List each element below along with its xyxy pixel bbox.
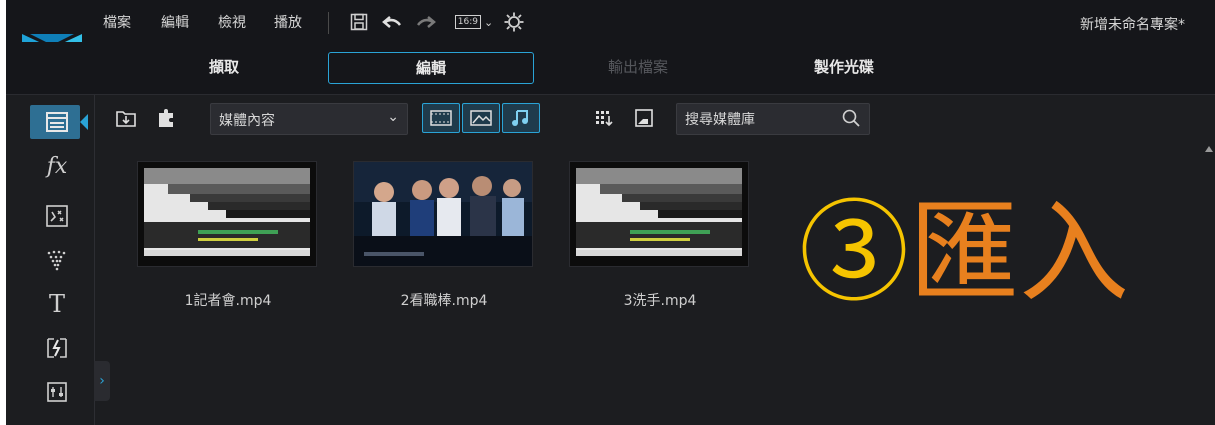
active-room-arrow xyxy=(80,114,88,130)
import-media-icon[interactable] xyxy=(112,104,140,132)
step-text: 匯入 xyxy=(909,189,1129,317)
sort-grid-icon[interactable] xyxy=(590,104,618,132)
step-number: ③ xyxy=(799,189,909,317)
step-annotation: ③匯入 xyxy=(799,188,1129,318)
tab-create-disc[interactable]: 製作光碟 xyxy=(742,52,946,82)
clip-thumbnail[interactable] xyxy=(570,162,748,266)
preferences-gear-icon[interactable] xyxy=(502,10,526,34)
pip-objects-icon[interactable] xyxy=(42,201,72,231)
menu-file[interactable]: 檔案 xyxy=(103,12,131,32)
search-media-field[interactable] xyxy=(676,103,870,135)
video-editor-window: 檔案 編輯 檢視 播放 16:9 ⌄ 新增未命名專案* 擷取 編輯 輸出檔案 製… xyxy=(6,0,1215,425)
menu-view[interactable]: 檢視 xyxy=(218,12,246,32)
fx-icon[interactable]: fx xyxy=(42,151,72,181)
audio-mixing-icon[interactable] xyxy=(42,377,72,407)
particle-icon[interactable] xyxy=(42,245,72,275)
chevron-down-icon: ⌄ xyxy=(387,109,399,125)
media-content-dropdown[interactable]: 媒體內容 ⌄ xyxy=(210,103,408,135)
media-scrollbar[interactable] xyxy=(1205,140,1215,425)
title-icon[interactable]: T xyxy=(42,289,72,319)
project-title: 新增未命名專案* xyxy=(1080,17,1185,33)
menubar: 檔案 編輯 檢視 播放 16:9 ⌄ 新增未命名專案* xyxy=(6,0,1215,42)
aspect-ratio-label: 16:9 xyxy=(454,15,481,29)
media-toolbar: 媒體內容 ⌄ xyxy=(102,101,1215,137)
tab-capture[interactable]: 擷取 xyxy=(122,52,326,82)
menu-edit[interactable]: 編輯 xyxy=(161,12,189,32)
scroll-up-arrow-icon[interactable] xyxy=(1205,146,1213,152)
plugins-puzzle-icon[interactable] xyxy=(152,104,180,132)
transition-icon[interactable] xyxy=(42,333,72,363)
tab-produce: 輸出檔案 xyxy=(607,58,668,76)
clip-filename: 2看職棒.mp4 xyxy=(400,293,488,309)
media-room-icon[interactable] xyxy=(42,107,72,137)
search-input[interactable] xyxy=(683,108,837,132)
mode-tabs: 擷取 編輯 輸出檔案 製作光碟 xyxy=(6,42,1215,95)
tab-edit[interactable]: 編輯 xyxy=(328,52,534,84)
clip-filename: 1記者會.mp4 xyxy=(184,293,272,309)
dropdown-value: 媒體內容 xyxy=(219,113,275,129)
undo-icon[interactable] xyxy=(380,10,404,34)
room-sidebar: fx T xyxy=(6,95,95,425)
show-video-filter-button[interactable] xyxy=(422,103,460,133)
show-image-filter-button[interactable] xyxy=(462,103,500,133)
thumbnail-size-icon[interactable] xyxy=(630,104,658,132)
redo-icon[interactable] xyxy=(414,10,438,34)
aspect-ratio-icon[interactable]: 16:9 ⌄ xyxy=(452,10,496,34)
show-audio-filter-button[interactable] xyxy=(502,103,540,133)
search-icon[interactable] xyxy=(841,108,861,132)
save-icon[interactable] xyxy=(348,10,370,34)
clip-filename: 3洗手.mp4 xyxy=(623,293,697,309)
chevron-down-icon: ⌄ xyxy=(484,15,494,29)
clip-thumbnail[interactable] xyxy=(138,162,316,266)
clip-thumbnail[interactable] xyxy=(354,162,532,266)
menu-divider xyxy=(328,12,329,34)
menu-play[interactable]: 播放 xyxy=(274,12,302,32)
